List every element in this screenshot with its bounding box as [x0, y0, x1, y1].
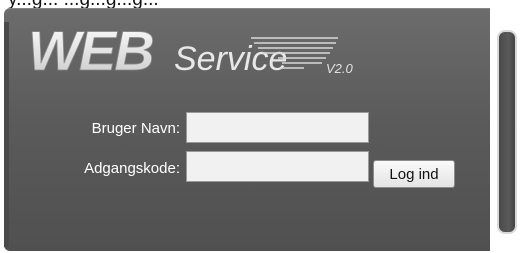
logo-service-text: Service	[174, 40, 287, 78]
logo-version-text: V2.0	[326, 61, 354, 76]
right-side-bar	[497, 30, 517, 234]
password-label: Adgangskode:	[84, 160, 180, 177]
web-service-logo: WEB Service V2.0	[26, 18, 376, 88]
panel-left-edge	[4, 22, 9, 247]
username-input[interactable]	[186, 112, 369, 143]
login-button[interactable]: Log ind	[373, 160, 455, 188]
password-input[interactable]	[186, 151, 369, 182]
logo-web-text: WEB	[28, 19, 153, 82]
username-label: Bruger Navn:	[91, 120, 180, 137]
login-page: y...g... ...g...g...g... WEB Service	[0, 0, 524, 253]
